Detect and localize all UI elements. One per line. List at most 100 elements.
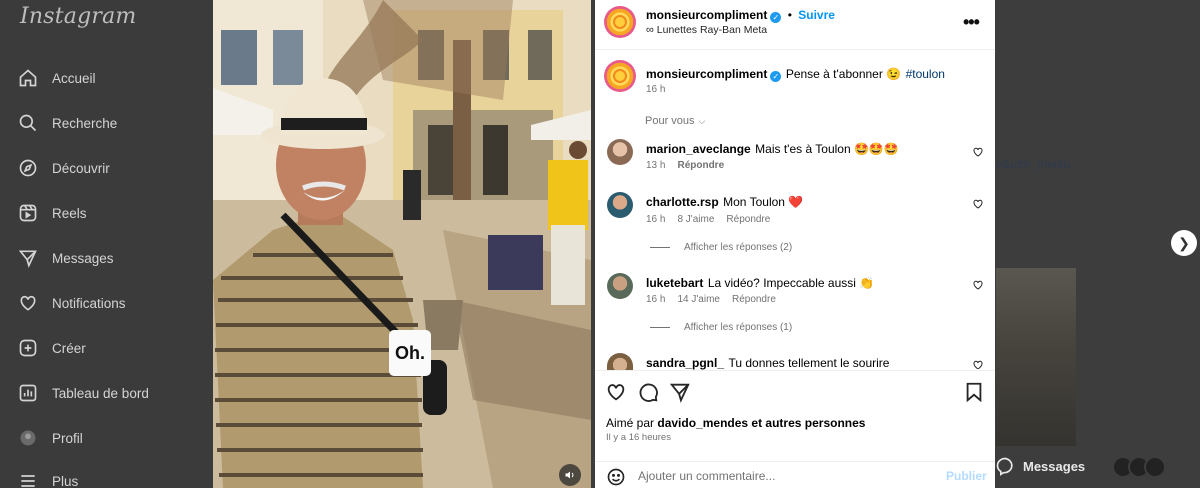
comment-meta: 16 h 8 J'aime Répondre [646,214,770,225]
liked-by-suffix[interactable]: et autres personnes [751,416,865,430]
nav-messages[interactable]: Messages [18,244,114,272]
instagram-logo[interactable]: Instagram [20,4,136,29]
nav-explore[interactable]: Découvrir [18,154,110,182]
nav-label: Recherche [52,115,118,131]
messages-dock[interactable]: Messages [995,456,1085,476]
chevron-right-icon: ❯ [1178,234,1190,251]
mute-button[interactable] [559,464,581,486]
next-post-button[interactable]: ❯ [1171,230,1197,256]
like-comment-heart-icon[interactable] [972,279,984,291]
view-replies-button[interactable]: Afficher les réponses (1) [650,322,792,333]
replies-divider [650,327,670,328]
compass-icon [19,159,37,177]
nav-home[interactable]: Accueil [18,64,96,92]
follow-button[interactable]: Suivre [798,8,835,22]
reply-button[interactable]: Répondre [732,294,776,305]
nav-label: Créer [52,340,86,356]
post-subtitle[interactable]: ∞ Lunettes Ray-Ban Meta [646,24,767,36]
home-icon [19,69,37,87]
emoji-icon[interactable] [606,467,626,487]
comment-item: marion_aveclange Mais t'es à Toulon 🤩🤩🤩 [646,140,899,158]
search-icon [19,114,37,132]
nav-label: Notifications [52,295,126,311]
reels-icon [19,204,37,222]
comment-time: 16 h [646,294,666,305]
author-username[interactable]: monsieurcompliment [646,8,767,22]
commenter-avatar[interactable] [607,273,633,299]
nav-label: Accueil [52,70,96,86]
like-comment-heart-icon[interactable] [972,359,984,369]
commenter-avatar[interactable] [607,353,633,370]
comment-username[interactable]: marion_aveclange [646,142,751,156]
nav-notifications[interactable]: Notifications [18,289,126,317]
comment-likes[interactable]: 14 J'aime [677,294,720,305]
speaker-icon [565,471,574,479]
like-comment-heart-icon[interactable] [972,198,984,210]
caption-time: 16 h [646,84,666,95]
bookmark-icon[interactable] [963,381,985,403]
author-avatar[interactable] [604,6,636,38]
sidebar: Instagram Accueil Recherche Découvrir Re… [0,0,213,488]
verified-badge-icon: ✓ [770,12,782,23]
publish-button[interactable]: Publier [946,469,987,483]
comment-input[interactable]: Ajouter un commentaire... [638,469,775,483]
caption-avatar[interactable] [604,60,636,92]
like-comment-heart-icon[interactable] [972,146,984,158]
comment-username[interactable]: sandra_pgnl_ [646,356,724,370]
reply-button[interactable]: Répondre [726,214,770,225]
nav-search[interactable]: Recherche [18,109,117,137]
replies-divider [650,247,670,248]
add-comment-bar: Ajouter un commentaire... Publier [595,461,995,488]
caption-text: Pense à t'abonner 😉 [785,67,902,81]
dashboard-icon [19,384,37,402]
glasses-icon: ∞ [646,24,654,36]
nav-reels[interactable]: Reels [18,199,87,227]
caption: monsieurcompliment ✓ Pense à t'abonner 😉 … [646,65,945,83]
view-replies-label: Afficher les réponses (2) [684,242,793,253]
nav-label: Reels [52,205,87,221]
comment-time: 13 h [646,160,666,171]
messenger-icon [996,457,1013,476]
nav-more[interactable]: Plus [18,467,78,488]
nav-label: Découvrir [52,160,110,176]
nav-label: Tableau de bord [52,385,149,401]
share-paper-plane-icon[interactable] [669,381,691,403]
commenter-avatar[interactable] [607,192,633,218]
comment-text: Mon Toulon ❤️ [723,195,804,209]
reply-button[interactable]: Répondre [677,160,724,171]
verified-badge-icon: ✓ [770,71,782,82]
comment-text: Mais t'es à Toulon 🤩🤩🤩 [755,142,899,156]
nav-dashboard[interactable]: Tableau de bord [18,379,149,407]
messages-dock-label: Messages [1023,458,1086,474]
subtitle-text: Lunettes Ray-Ban Meta [656,24,768,36]
comment-likes[interactable]: 8 J'aime [677,214,714,225]
like-heart-icon[interactable] [605,381,627,403]
view-replies-button[interactable]: Afficher les réponses (2) [650,242,792,253]
comment-username[interactable]: luketebart [646,276,703,290]
comment-username[interactable]: charlotte.rsp [646,195,719,209]
post-header: monsieurcompliment ✓ • Suivre ∞ Lunettes … [595,0,995,50]
video-frame [213,0,591,488]
view-replies-label: Afficher les réponses (1) [684,322,793,333]
post-timestamp[interactable]: Il y a 16 heures [606,432,671,443]
post-media[interactable]: Oh. [213,0,591,488]
messages-icon [18,250,37,268]
comment-bubble-icon[interactable] [637,381,659,403]
caption-hashtag[interactable]: #toulon [906,67,945,81]
liked-by-user[interactable]: davido_mendes [657,416,748,430]
liked-by[interactable]: Aimé par davido_mendes et autres personn… [606,416,865,430]
video-caption-overlay: Oh. [389,330,431,376]
post-details-panel: monsieurcompliment ✓ • Suivre ∞ Lunettes … [595,0,995,488]
heart-icon [20,295,36,311]
pour-vous-toggle[interactable]: Pour vous ⌵ [645,115,705,127]
post-actions: Aimé par davido_mendes et autres personn… [595,370,995,488]
comment-item: luketebart La vidéo? Impeccable aussi 👏 [646,274,874,292]
nav-profile[interactable]: Profil [18,424,83,452]
more-options-icon[interactable]: ••• [963,12,980,33]
comment-item: charlotte.rsp Mon Toulon ❤️ [646,193,803,211]
commenter-avatar[interactable] [607,139,633,165]
liked-by-prefix: Aimé par [606,416,655,430]
profile-icon [20,430,36,446]
nav-create[interactable]: Créer [18,334,86,362]
caption-username[interactable]: monsieurcompliment [646,67,767,81]
